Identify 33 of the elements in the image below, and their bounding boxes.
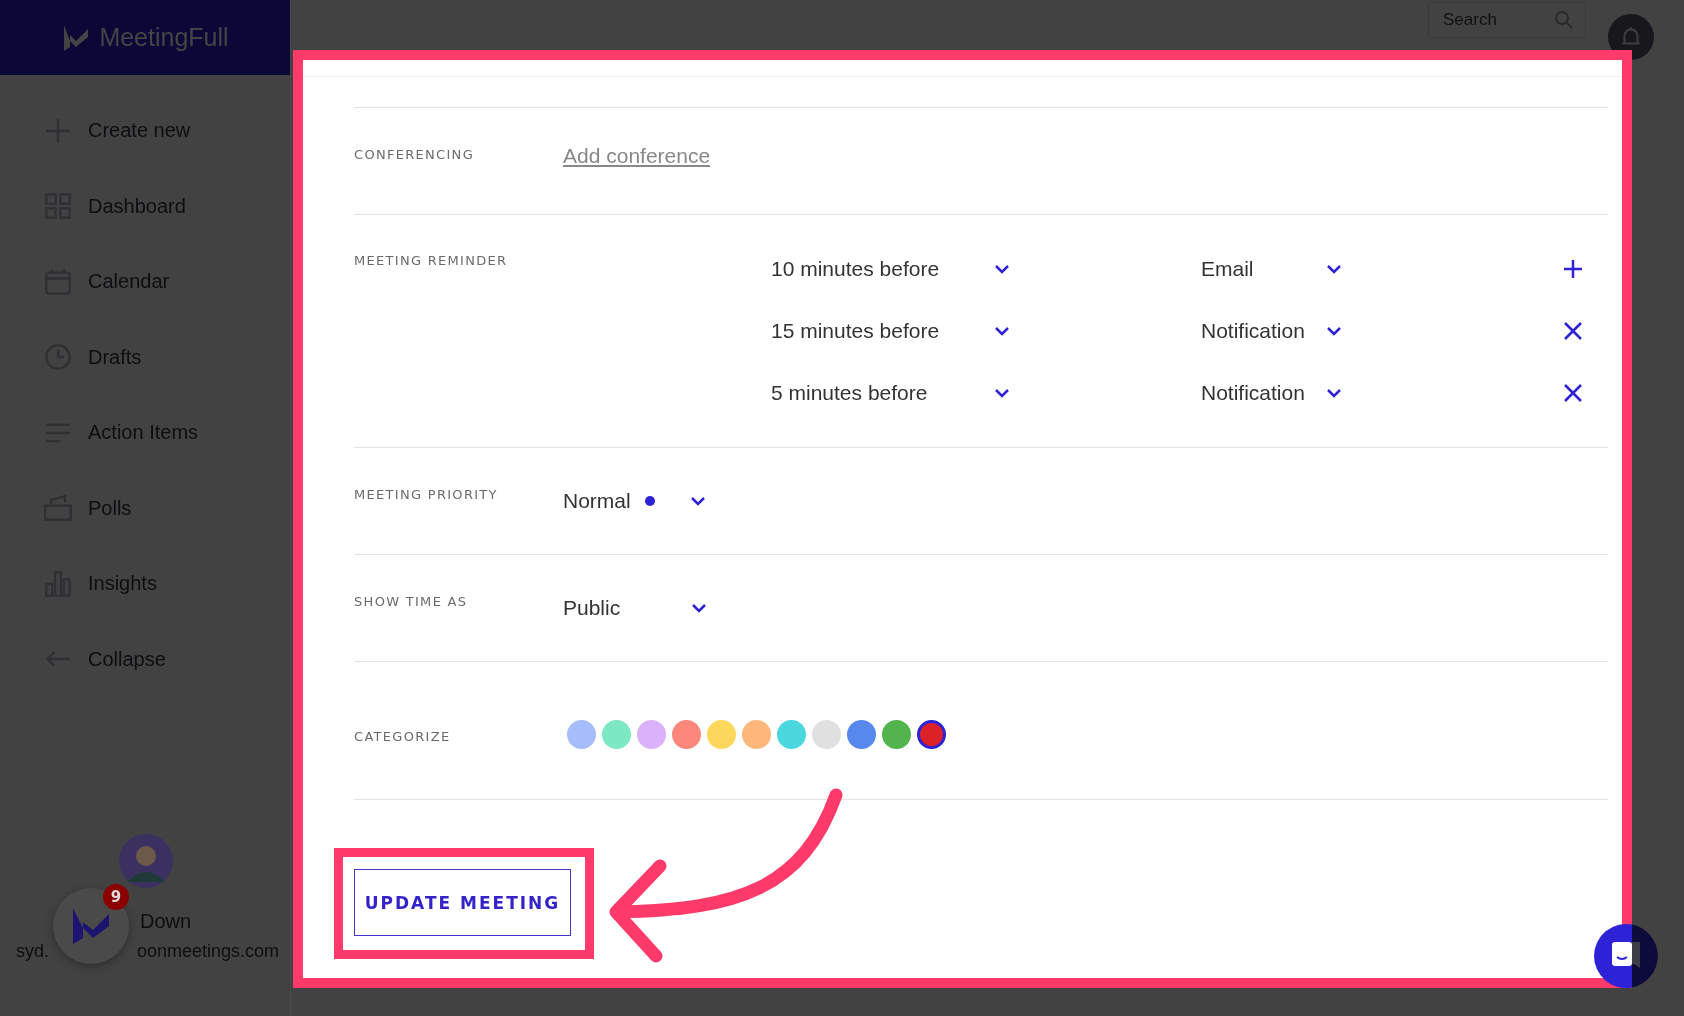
search-icon [1554, 9, 1574, 30]
color-swatch[interactable] [672, 720, 701, 749]
reminder-method-dropdown[interactable]: Notification [1201, 381, 1343, 405]
color-swatch[interactable] [917, 720, 946, 749]
color-swatch[interactable] [882, 720, 911, 749]
dropdown[interactable]: Normal [563, 486, 707, 516]
close-icon[interactable] [1562, 382, 1584, 404]
chat-button[interactable] [1594, 924, 1658, 988]
app-logo[interactable]: MeetingFull [99, 23, 229, 52]
color-swatch[interactable] [847, 720, 876, 749]
person-silhouette-icon [119, 834, 173, 888]
field-label: SHOW TIME AS [354, 593, 469, 611]
color-swatch[interactable] [567, 720, 596, 749]
close-icon[interactable] [1562, 320, 1584, 342]
color-swatch[interactable] [777, 720, 806, 749]
reminder-time-dropdown[interactable]: 15 minutes before [771, 319, 1011, 343]
color-swatch[interactable] [812, 720, 841, 749]
reminder-time-dropdown[interactable]: 5 minutes before [771, 381, 1011, 405]
color-swatch[interactable] [637, 720, 666, 749]
reminder-time-dropdown[interactable]: 10 minutes before [771, 257, 1011, 281]
field-label: CATEGORIZE [354, 728, 452, 746]
reminder-method-dropdown[interactable]: Email [1201, 257, 1343, 281]
field-label: MEETING REMINDER [354, 252, 509, 270]
reminder-method-dropdown[interactable]: Notification [1201, 319, 1343, 343]
field-label: CONFERENCING [354, 146, 475, 164]
dropdown[interactable]: Public [563, 593, 709, 623]
field-label: MEETING PRIORITY [354, 486, 499, 504]
update-meeting-button[interactable]: UPDATE MEETING [354, 869, 571, 936]
color-swatch[interactable] [742, 720, 771, 749]
plus-icon[interactable] [1562, 258, 1584, 280]
color-swatch[interactable] [707, 720, 736, 749]
color-swatch[interactable] [602, 720, 631, 749]
add-conference-link[interactable]: Add conference [563, 144, 711, 168]
